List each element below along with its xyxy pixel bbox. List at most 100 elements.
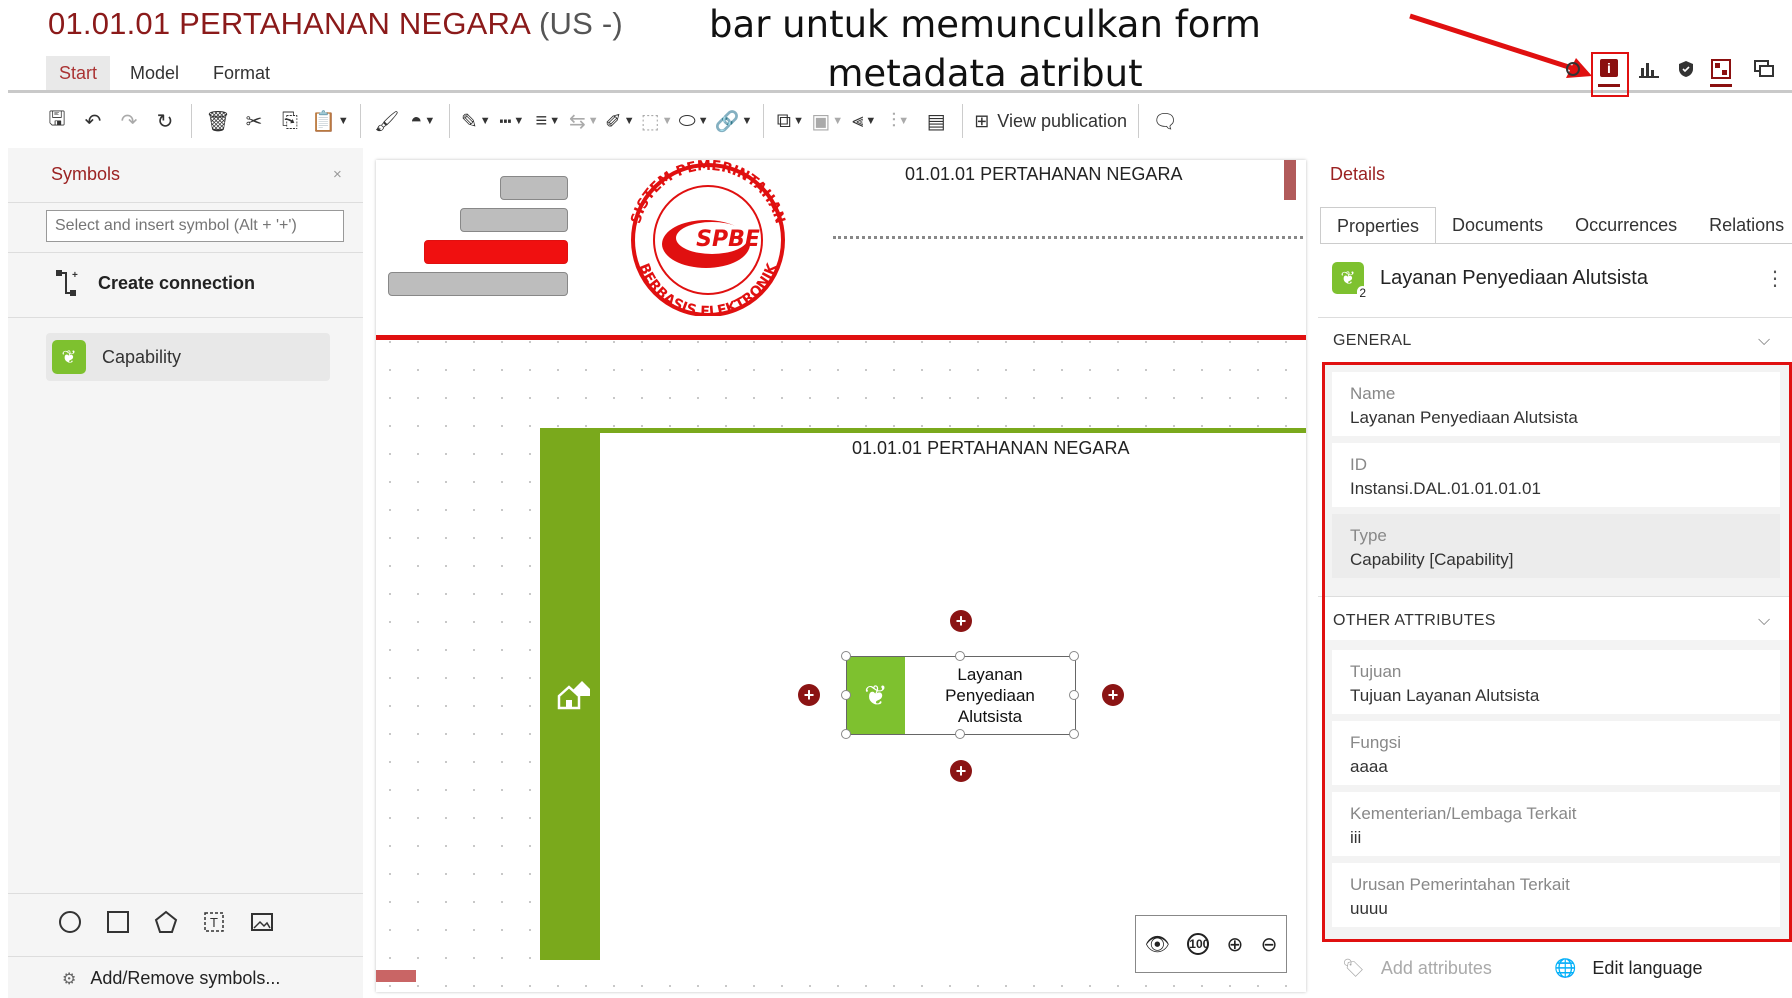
object-name: Layanan Penyediaan Alutsista [1380, 266, 1648, 289]
add-connection-bottom-button[interactable]: + [950, 760, 972, 782]
circle-shape-icon[interactable] [58, 910, 82, 934]
add-comment-icon[interactable]: 🗨 [1150, 104, 1180, 138]
group-icon[interactable]: ▣ ▼ [811, 104, 843, 138]
svg-text:T: T [210, 915, 218, 930]
details-title: Details [1330, 164, 1386, 184]
symbol-search-input[interactable] [46, 210, 344, 242]
logo-text-center: SPBE [696, 227, 760, 252]
node-label-line-1: Layanan [957, 665, 1023, 684]
cut-icon[interactable]: ✂ [239, 104, 269, 138]
undo-icon[interactable]: ↶ [78, 104, 108, 138]
line-ends-icon[interactable]: ⇆ ▼ [569, 104, 599, 138]
page-icon[interactable]: ▤ [921, 104, 951, 138]
distribute-icon[interactable]: ⫶ ▼ [885, 104, 915, 138]
tab-occurrences[interactable]: Occurrences [1559, 207, 1693, 243]
gear-icon: ⚙ [62, 970, 77, 988]
divider [8, 893, 363, 894]
divider [1318, 317, 1792, 318]
details-tabs: Properties Documents Occurrences Relatio… [1320, 207, 1792, 243]
zoom-controls: 👁 100 ⊕ ⊖ [1135, 915, 1287, 973]
edit-language-label: Edit language [1592, 958, 1703, 978]
bar-chart-icon[interactable] [1636, 56, 1662, 82]
tab-format[interactable]: Format [200, 56, 283, 90]
chat-icon[interactable] [1751, 56, 1777, 82]
active-indicator-2 [1710, 84, 1732, 87]
shape-icon[interactable]: ⬚ ▼ [641, 104, 673, 138]
tag-icon: 🏷 [1342, 958, 1365, 978]
more-options-icon[interactable]: ⋮ [1765, 266, 1785, 291]
resize-handle[interactable] [841, 690, 851, 700]
shield-icon[interactable] [1673, 56, 1699, 82]
info-icon[interactable]: i [1600, 59, 1618, 77]
header-bar [500, 176, 568, 200]
tab-properties[interactable]: Properties [1320, 207, 1437, 243]
resize-handle[interactable] [841, 651, 851, 661]
line-style-icon[interactable]: ┅ ▼ [497, 104, 527, 138]
text-shape-icon[interactable]: T [202, 910, 226, 934]
line-color-icon[interactable]: ✎ ▼ [461, 104, 491, 138]
language-selector[interactable]: (US -) [539, 6, 623, 41]
connector-icon[interactable]: ⬭ ▼ [679, 104, 709, 138]
edit-language-button[interactable]: 🌐 Edit language [1554, 958, 1703, 979]
capability-icon: ❦ [847, 657, 905, 734]
tab-start[interactable]: Start [46, 56, 111, 90]
resize-handle[interactable] [841, 729, 851, 739]
zoom-out-icon[interactable]: ⊖ [1261, 932, 1278, 957]
pin-icon[interactable] [1560, 56, 1586, 82]
swimlane-title: 01.01.01 PERTAHANAN NEGARA [852, 438, 1130, 458]
section-general-heading[interactable]: GENERAL [1333, 332, 1412, 350]
zoom-100-icon[interactable]: 100 [1187, 933, 1209, 955]
node-label-line-3: Alutsista [957, 707, 1023, 726]
delete-icon[interactable]: 🗑 [203, 104, 233, 138]
zoom-in-icon[interactable]: ⊕ [1227, 932, 1244, 957]
node-label-line-2: Penyediaan [945, 686, 1035, 705]
pentagon-shape-icon[interactable] [154, 910, 178, 934]
toolbar-separator [763, 104, 765, 138]
paste-icon[interactable]: 📋 ▼ [311, 104, 349, 138]
layout-icon[interactable] [1708, 56, 1734, 82]
chevron-down-icon[interactable]: ⌵ [1758, 332, 1770, 350]
symbol-item-capability[interactable]: ❦ Capability [46, 333, 330, 381]
line-weight-icon[interactable]: ≡ ▼ [533, 104, 563, 138]
align-icon[interactable]: ⫷ ▼ [849, 104, 879, 138]
close-icon[interactable]: × [333, 166, 342, 183]
add-remove-symbols-button[interactable]: ⚙ Add/Remove symbols... [62, 968, 280, 989]
resize-handle[interactable] [955, 651, 965, 661]
view-publication-button[interactable]: ⊞ View publication [974, 104, 1127, 138]
document-title: 01.01.01 PERTAHANAN NEGARA (US -) [48, 6, 623, 42]
fill-color-icon[interactable]: ◓ ▼ [408, 104, 438, 138]
copy-icon[interactable]: ⎘ [275, 104, 305, 138]
tab-relations[interactable]: Relations [1693, 207, 1792, 243]
capability-node[interactable]: ❦ Layanan Penyediaan Alutsista [846, 656, 1076, 735]
refresh-icon[interactable]: ↻ [150, 104, 180, 138]
resize-handle[interactable] [1069, 729, 1079, 739]
divider [1320, 243, 1792, 244]
tab-model[interactable]: Model [117, 56, 192, 90]
save-icon[interactable]: 🖫 [42, 104, 72, 138]
resize-handle[interactable] [1069, 690, 1079, 700]
canvas-marker [1284, 160, 1296, 200]
eye-icon[interactable]: 👁 [1145, 932, 1170, 957]
rectangle-shape-icon[interactable] [106, 910, 130, 934]
arrange-icon[interactable]: ⧉ ▼ [775, 104, 805, 138]
diagram-header-title: 01.01.01 PERTAHANAN NEGARA [905, 164, 1183, 184]
add-attributes-button[interactable]: 🏷 Add attributes [1342, 958, 1492, 979]
create-connection-button[interactable]: + Create connection [56, 268, 255, 298]
link-icon[interactable]: 🔗 ▼ [715, 104, 753, 138]
format-painter-icon[interactable]: 🖌 [372, 104, 402, 138]
tab-documents[interactable]: Documents [1436, 207, 1559, 243]
symbols-title: Symbols [51, 164, 121, 184]
add-attributes-label: Add attributes [1380, 958, 1492, 978]
globe-icon: 🌐 [1554, 958, 1577, 978]
create-connection-label: Create connection [98, 272, 256, 293]
add-connection-right-button[interactable]: + [1102, 684, 1124, 706]
toolbar-separator [962, 104, 964, 138]
edit-icon[interactable]: ✐ ▼ [605, 104, 635, 138]
add-connection-top-button[interactable]: + [950, 610, 972, 632]
image-shape-icon[interactable] [250, 910, 274, 934]
add-connection-left-button[interactable]: + [798, 684, 820, 706]
redo-icon[interactable]: ↷ [114, 104, 144, 138]
toolbar: 🖫 ↶ ↷ ↻ 🗑 ✂ ⎘ 📋 ▼ 🖌 ◓ ▼ ✎ ▼ ┅ ▼ ≡ ▼ ⇆ ▼ ✐ ▼ ⬚ ▼ … [8, 96, 1792, 146]
resize-handle[interactable] [1069, 651, 1079, 661]
resize-handle[interactable] [955, 729, 965, 739]
